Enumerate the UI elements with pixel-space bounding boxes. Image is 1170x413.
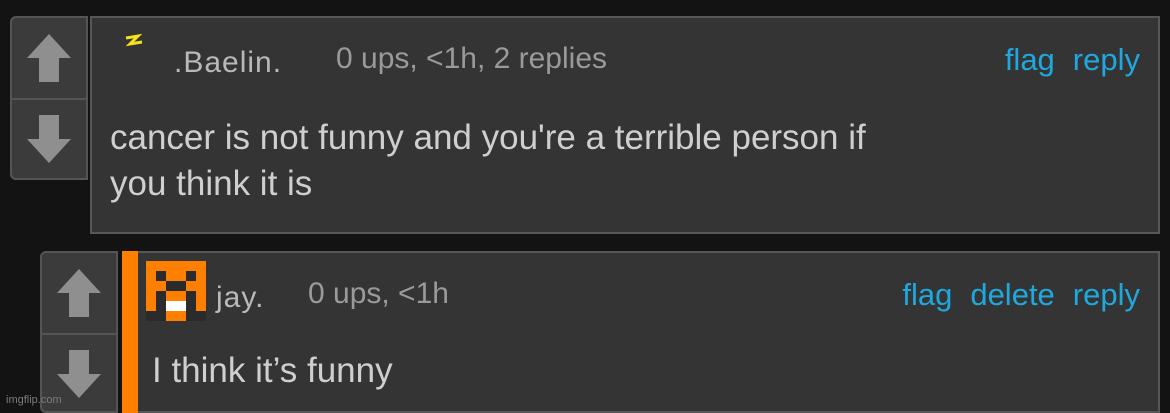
lightning-badge-icon (125, 33, 143, 47)
comment-body: cancer is not funny and you're a terribl… (110, 115, 866, 207)
comment-body: I think it’s funny (152, 348, 393, 394)
pixel-creeper-avatar-icon[interactable] (146, 261, 206, 321)
comment-username[interactable]: jay. (216, 281, 264, 315)
comment-actions: flag delete reply (902, 277, 1140, 313)
comment-meta: 0 ups, <1h (308, 277, 449, 310)
upvote-button[interactable] (12, 18, 86, 98)
downvote-arrow-icon (57, 350, 101, 398)
upvote-arrow-icon (27, 34, 71, 82)
comment-body-line: I think it’s funny (152, 351, 393, 390)
comment-2-vote-column (40, 251, 118, 413)
comment-body-line: cancer is not funny and you're a terribl… (110, 118, 866, 157)
flag-link[interactable]: flag (1005, 42, 1055, 78)
comment-2: jay. 0 ups, <1h flag delete reply I thin… (138, 251, 1160, 413)
upvote-button[interactable] (42, 253, 116, 333)
reply-link[interactable]: reply (1073, 42, 1140, 78)
downvote-button[interactable] (12, 100, 86, 178)
reply-accent-bar (122, 251, 138, 413)
comment-username[interactable]: .Baelin. (174, 46, 282, 80)
watermark: imgflip.com (6, 394, 62, 406)
comment-1-vote-column (10, 16, 88, 180)
comment-actions: flag reply (1005, 42, 1140, 78)
flag-link[interactable]: flag (902, 277, 952, 313)
delete-link[interactable]: delete (970, 277, 1054, 313)
downvote-arrow-icon (27, 115, 71, 163)
reply-link[interactable]: reply (1073, 277, 1140, 313)
comment-meta: 0 ups, <1h, 2 replies (336, 42, 608, 75)
comment-1: .Baelin. 0 ups, <1h, 2 replies flag repl… (90, 16, 1160, 234)
comment-body-line: you think it is (110, 164, 313, 203)
upvote-arrow-icon (57, 269, 101, 317)
